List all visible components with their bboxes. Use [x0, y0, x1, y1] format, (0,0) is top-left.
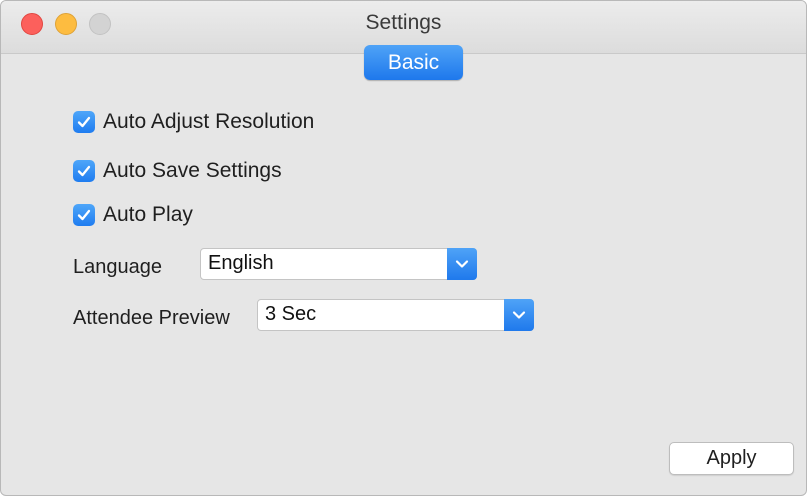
window-title: Settings: [365, 11, 442, 34]
attendee-preview-dropdown-arrow[interactable]: [504, 299, 534, 331]
tab-basic[interactable]: Basic: [364, 45, 463, 80]
attendee-preview-label: Attendee Preview: [73, 307, 230, 329]
auto-play-label: Auto Play: [103, 203, 193, 226]
apply-button[interactable]: Apply: [669, 442, 794, 475]
language-selected-value: English: [208, 252, 274, 274]
auto-save-settings-label: Auto Save Settings: [103, 159, 282, 182]
auto-play-option[interactable]: Auto Play: [73, 202, 193, 228]
attendee-preview-selected-value: 3 Sec: [265, 303, 317, 325]
settings-window: Settings Basic Auto Adjust Resolution Au…: [0, 0, 807, 496]
auto-play-checkbox[interactable]: [73, 204, 95, 226]
checkmark-icon: [77, 165, 91, 177]
auto-adjust-resolution-checkbox[interactable]: [73, 111, 95, 133]
chevron-down-icon: [455, 260, 469, 268]
attendee-preview-select[interactable]: 3 Sec: [257, 299, 534, 331]
auto-save-settings-checkbox[interactable]: [73, 160, 95, 182]
checkmark-icon: [77, 209, 91, 221]
language-dropdown-arrow[interactable]: [447, 248, 477, 280]
checkmark-icon: [77, 116, 91, 128]
auto-save-settings-option[interactable]: Auto Save Settings: [73, 158, 282, 184]
auto-adjust-resolution-option[interactable]: Auto Adjust Resolution: [73, 109, 314, 135]
chevron-down-icon: [512, 311, 526, 319]
language-select[interactable]: English: [200, 248, 477, 280]
language-label: Language: [73, 256, 162, 278]
auto-adjust-resolution-label: Auto Adjust Resolution: [103, 110, 315, 133]
